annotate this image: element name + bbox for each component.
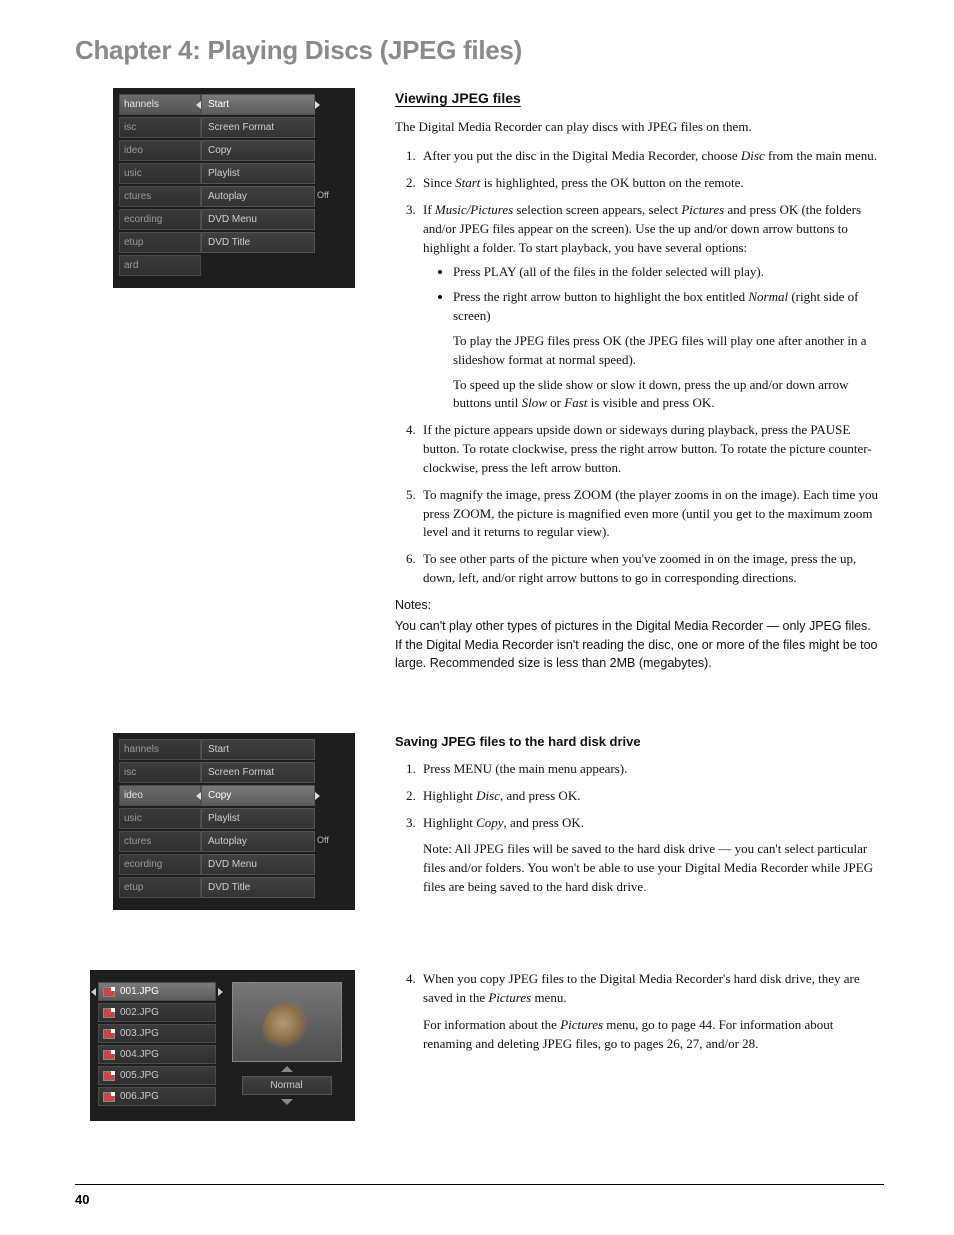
step-item: If the picture appears upside down or si…: [419, 421, 884, 478]
menu-right-item: Copy: [201, 785, 315, 806]
file-item: 002.JPG: [98, 1003, 216, 1022]
note-text: If the Digital Media Recorder isn't read…: [395, 636, 884, 674]
menu-left-item: isc: [119, 762, 201, 783]
notes-heading: Notes:: [395, 596, 884, 615]
menu-right-item: Autoplay: [201, 831, 315, 852]
step-item: After you put the disc in the Digital Me…: [419, 147, 884, 166]
footer-rule: [75, 1184, 884, 1185]
menu-right-item: Copy: [201, 140, 315, 161]
file-item: 005.JPG: [98, 1066, 216, 1085]
menu-right-item: Autoplay: [201, 186, 315, 207]
autoplay-value: Off: [315, 186, 349, 207]
bullet-item: Press PLAY (all of the files in the fold…: [453, 263, 884, 282]
picture-icon: [103, 987, 115, 997]
menu-left-item: usic: [119, 163, 201, 184]
menu-right-item: Start: [201, 739, 315, 760]
steps-list: When you copy JPEG files to the Digital …: [395, 970, 884, 1053]
file-browser-screenshot: 001.JPG 002.JPG 003.JPG 004.JPG 005.JPG …: [90, 970, 355, 1121]
bullet-subpara: To speed up the slide show or slow it do…: [453, 376, 884, 414]
menu-left-item: ideo: [119, 785, 201, 806]
menu-left-item: ctures: [119, 831, 201, 852]
chapter-title: Chapter 4: Playing Discs (JPEG files): [75, 35, 884, 66]
menu-left-item: ctures: [119, 186, 201, 207]
step-item: If Music/Pictures selection screen appea…: [419, 201, 884, 413]
step-item: Highlight Copy, and press OK. Note: All …: [419, 814, 884, 897]
menu-left-item: ecording: [119, 209, 201, 230]
file-item: 001.JPG: [98, 982, 216, 1001]
menu-right-item: DVD Title: [201, 877, 315, 898]
menu-left-item: hannels: [119, 739, 201, 760]
playback-mode: Normal: [242, 1076, 332, 1095]
picture-icon: [103, 1050, 115, 1060]
menu-right-item: Playlist: [201, 808, 315, 829]
file-item: 004.JPG: [98, 1045, 216, 1064]
step-item: Press MENU (the main menu appears).: [419, 760, 884, 779]
picture-icon: [103, 1029, 115, 1039]
section-heading-saving: Saving JPEG files to the hard disk drive: [395, 733, 884, 752]
picture-icon: [103, 1092, 115, 1102]
menu-right-item: DVD Menu: [201, 854, 315, 875]
note-text: Note: All JPEG files will be saved to th…: [423, 840, 884, 897]
notes-block: Notes: You can't play other types of pic…: [395, 596, 884, 673]
menu-right-item: DVD Title: [201, 232, 315, 253]
step-item: To magnify the image, press ZOOM (the pl…: [419, 486, 884, 543]
menu-screenshot-start: hannelsStart iscScreen Format ideoCopy u…: [113, 88, 355, 288]
step-item: To see other parts of the picture when y…: [419, 550, 884, 588]
bullet-item: Press the right arrow button to highligh…: [453, 288, 884, 413]
arrow-down-icon: [281, 1099, 293, 1105]
picture-icon: [103, 1008, 115, 1018]
menu-left-item: ecording: [119, 854, 201, 875]
step-item: Since Start is highlighted, press the OK…: [419, 174, 884, 193]
menu-right-item: Screen Format: [201, 117, 315, 138]
menu-left-item: usic: [119, 808, 201, 829]
page-number: 40: [75, 1192, 89, 1207]
arrow-up-icon: [281, 1066, 293, 1072]
bullet-subpara: To play the JPEG files press OK (the JPE…: [453, 332, 884, 370]
steps-list: Press MENU (the main menu appears). High…: [395, 760, 884, 897]
menu-screenshot-copy: hannelsStart iscScreen Format ideoCopy u…: [113, 733, 355, 910]
menu-right-item: DVD Menu: [201, 209, 315, 230]
preview-image: [232, 982, 342, 1062]
steps-list: After you put the disc in the Digital Me…: [395, 147, 884, 588]
intro-text: The Digital Media Recorder can play disc…: [395, 118, 884, 137]
menu-left-item: ard: [119, 255, 201, 276]
section-heading-viewing: Viewing JPEG files: [395, 88, 884, 108]
menu-right-item: Screen Format: [201, 762, 315, 783]
step-item: Highlight Disc, and press OK.: [419, 787, 884, 806]
step-item: When you copy JPEG files to the Digital …: [419, 970, 884, 1053]
file-item: 003.JPG: [98, 1024, 216, 1043]
menu-left-item: etup: [119, 232, 201, 253]
menu-left-item: ideo: [119, 140, 201, 161]
info-text: For information about the Pictures menu,…: [423, 1016, 884, 1054]
menu-right-item: Start: [201, 94, 315, 115]
note-text: You can't play other types of pictures i…: [395, 617, 884, 636]
menu-left-item: hannels: [119, 94, 201, 115]
autoplay-value: Off: [315, 831, 349, 852]
file-item: 006.JPG: [98, 1087, 216, 1106]
menu-left-item: etup: [119, 877, 201, 898]
menu-left-item: isc: [119, 117, 201, 138]
picture-icon: [103, 1071, 115, 1081]
menu-right-item: Playlist: [201, 163, 315, 184]
